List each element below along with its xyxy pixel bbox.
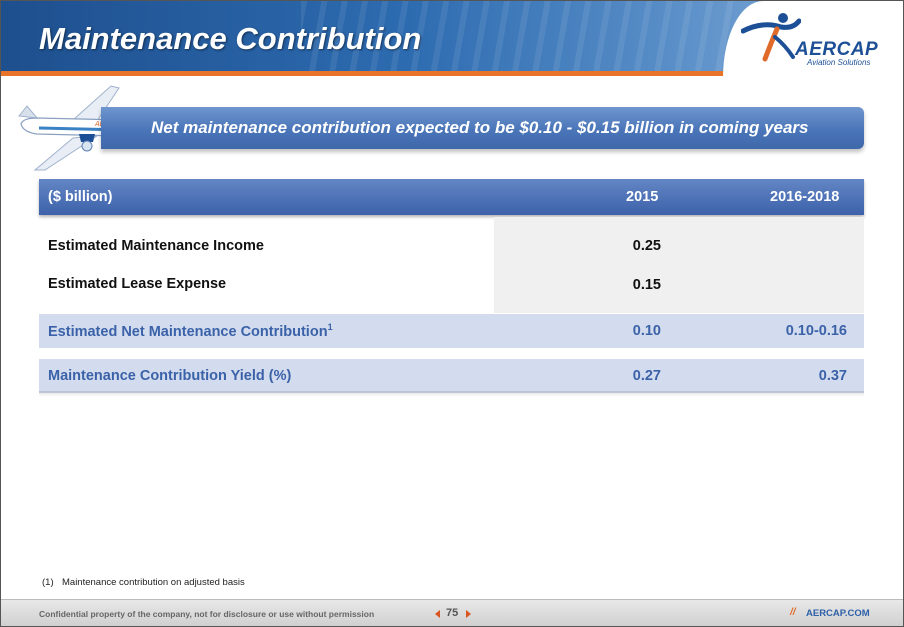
previous-page-icon[interactable] <box>435 610 440 618</box>
cell-lease-expense-2015: 0.15 <box>632 277 661 293</box>
column-header-unit: ($ billion) <box>48 189 113 205</box>
row-label-net-contribution: Estimated Net Maintenance Contribution1 <box>48 322 333 340</box>
footnote-marker: 1 <box>327 322 333 332</box>
headline-text: Net maintenance contribution expected to… <box>151 118 809 137</box>
cell-maintenance-income-2015: 0.25 <box>632 238 661 254</box>
row-label-contribution-yield: Maintenance Contribution Yield (%) <box>48 368 292 384</box>
row-label-maintenance-income: Estimated Maintenance Income <box>48 238 264 254</box>
page-number: 75 <box>446 607 459 619</box>
table-shaded-area <box>494 217 864 313</box>
confidential-notice: Confidential property of the company, no… <box>39 609 375 619</box>
table-shadow <box>39 391 864 397</box>
row-label-lease-expense: Estimated Lease Expense <box>48 276 227 292</box>
slide-title: Maintenance Contribution <box>39 21 422 56</box>
table-header <box>39 179 864 215</box>
cell-contribution-yield-2015: 0.27 <box>632 368 661 384</box>
column-header-2015: 2015 <box>626 189 659 205</box>
footnote-text: Maintenance contribution on adjusted bas… <box>62 577 245 588</box>
column-header-2016-2018: 2016-2018 <box>770 189 840 205</box>
aercap-figure-icon <box>741 13 801 62</box>
cell-net-contribution-2016-2018: 0.10-0.16 <box>785 323 847 339</box>
row-label-net-contribution-text: Estimated Net Maintenance Contribution <box>48 323 328 340</box>
next-page-icon[interactable] <box>466 610 471 618</box>
cell-contribution-yield-2016-2018: 0.37 <box>818 368 847 384</box>
slide: Maintenance Contribution AERCAP Aviation… <box>0 0 904 627</box>
logo-tagline: Aviation Solutions <box>807 58 871 67</box>
cell-net-contribution-2015: 0.10 <box>632 323 661 339</box>
footer-slashes: // <box>790 607 796 618</box>
footnote-number: (1) <box>42 577 54 588</box>
header-accent-bar <box>1 71 746 76</box>
website-link[interactable]: AERCAP.COM <box>806 608 870 619</box>
